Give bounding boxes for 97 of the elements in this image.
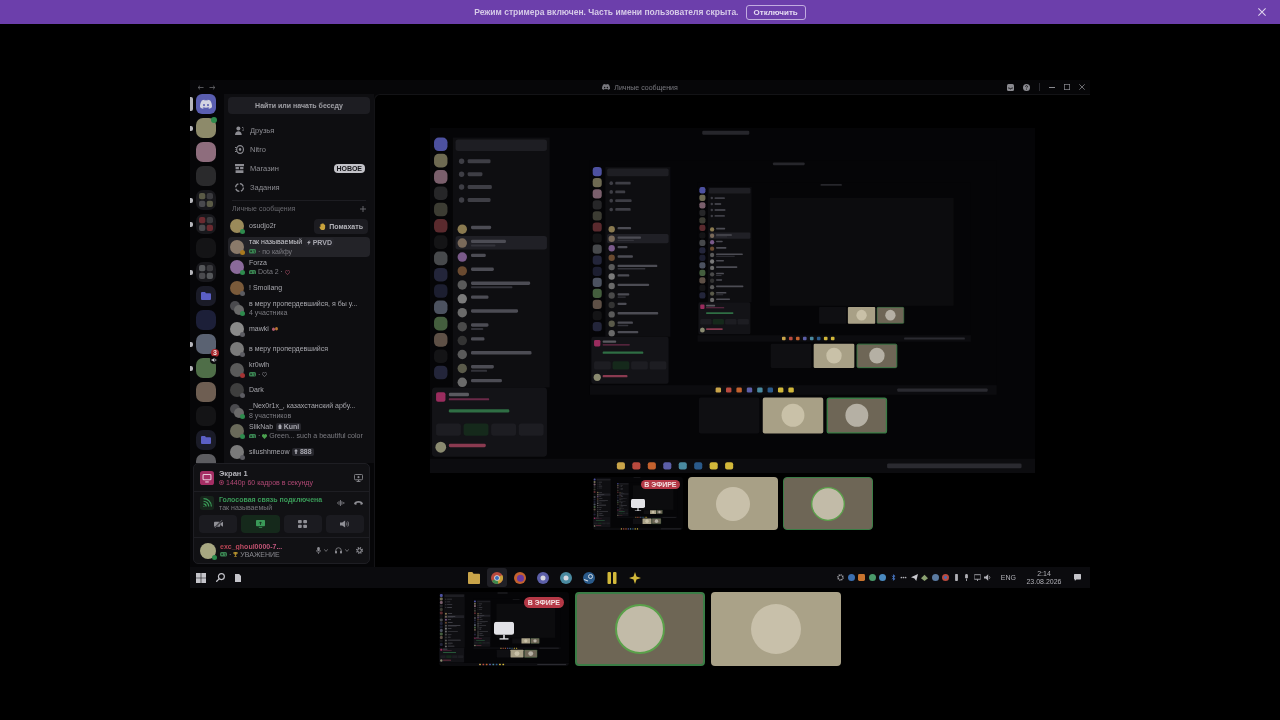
server-icon[interactable] xyxy=(196,142,216,162)
search-icon[interactable] xyxy=(216,573,225,582)
banner-message: Режим стримера включен. Часть имени пользователя скрыта. xyxy=(474,7,739,17)
avatar-placeholder xyxy=(200,542,216,559)
notification-icon[interactable] xyxy=(1074,574,1081,581)
speaker-icon xyxy=(340,520,350,528)
activities-button[interactable] xyxy=(283,515,322,533)
person-icon xyxy=(235,126,244,135)
avatar-placeholder xyxy=(230,280,244,295)
heart-outline-icon xyxy=(262,372,268,377)
participant-tile[interactable] xyxy=(575,592,705,666)
phone-icon[interactable] xyxy=(354,501,363,505)
server-icon[interactable] xyxy=(196,118,216,138)
monitor-icon[interactable] xyxy=(354,473,363,482)
avatar-placeholder xyxy=(715,486,750,521)
monitor-icon xyxy=(494,621,514,640)
close-icon[interactable] xyxy=(1079,84,1085,90)
gamepad-icon xyxy=(249,433,256,439)
avatar-placeholder xyxy=(810,486,845,521)
signal-icon xyxy=(200,496,214,510)
avatar-placeholder xyxy=(230,219,244,234)
swirl-icon xyxy=(235,145,244,154)
gamepad-icon xyxy=(249,372,256,377)
folder-icon[interactable] xyxy=(196,286,216,306)
settings-icon[interactable] xyxy=(356,547,363,554)
gamepad-icon xyxy=(249,249,256,254)
avatar-placeholder xyxy=(230,362,244,377)
home-logo-icon[interactable] xyxy=(196,94,216,114)
avatar-placeholder xyxy=(751,604,801,654)
lightning-icon xyxy=(307,239,312,245)
soundboard-button[interactable] xyxy=(325,515,364,533)
avatar-placeholder xyxy=(230,424,244,439)
waveform-icon[interactable] xyxy=(337,500,345,506)
screen-share-button[interactable] xyxy=(241,515,280,533)
speaker-icon[interactable] xyxy=(984,574,992,581)
group-avatar-placeholder xyxy=(230,403,244,418)
arrow-right-icon[interactable] xyxy=(209,84,216,90)
screen-share-icon xyxy=(200,470,214,485)
help-icon[interactable] xyxy=(1023,83,1030,91)
participant-tile[interactable] xyxy=(711,592,841,666)
bluetooth-icon[interactable] xyxy=(889,574,897,581)
avatar-placeholder xyxy=(230,239,244,254)
arrow-up-icon xyxy=(294,449,299,455)
gamepad-icon xyxy=(220,552,227,557)
minimize-icon[interactable] xyxy=(1049,86,1055,88)
ring-icon xyxy=(235,183,244,192)
arrow-left-icon[interactable] xyxy=(197,84,204,90)
trophy-icon xyxy=(233,552,239,557)
camera-off-icon xyxy=(213,520,223,528)
server-folder-icon[interactable] xyxy=(196,190,216,210)
server-folder-icon[interactable] xyxy=(196,262,216,282)
headphones-icon[interactable] xyxy=(335,547,342,554)
house-icon xyxy=(278,424,283,430)
disable-button[interactable]: Отключить xyxy=(745,4,806,20)
participant-tile[interactable] xyxy=(782,477,873,530)
browser-icon xyxy=(514,571,526,584)
heart-outline-icon xyxy=(284,269,290,275)
server-icon[interactable] xyxy=(196,358,216,378)
record-icon xyxy=(219,480,224,485)
folder-icon[interactable] xyxy=(196,430,216,450)
chevron-down-icon[interactable] xyxy=(345,549,349,552)
taskbar-button[interactable] xyxy=(487,568,507,587)
waving-hand-icon xyxy=(319,222,327,230)
app-icon xyxy=(583,571,595,584)
document-icon[interactable] xyxy=(235,573,241,582)
sparkle-icon xyxy=(629,571,641,584)
heart-icon xyxy=(262,433,268,439)
emoji-dots-icon xyxy=(271,326,278,331)
logo-icon xyxy=(602,84,611,90)
microphone-icon[interactable] xyxy=(316,547,321,554)
monitor-icon[interactable] xyxy=(973,574,981,581)
server-icon[interactable] xyxy=(196,382,216,402)
avatar-placeholder xyxy=(230,383,244,398)
maximize-icon[interactable] xyxy=(1064,84,1070,90)
avatar-placeholder xyxy=(230,444,244,459)
server-icon[interactable] xyxy=(196,334,216,354)
gear-icon[interactable] xyxy=(837,574,845,581)
camera-button[interactable] xyxy=(199,515,238,533)
monitor-arrow-icon xyxy=(255,520,265,528)
pause-bars-icon xyxy=(606,571,618,584)
avatar-placeholder xyxy=(615,604,665,654)
avatar-placeholder xyxy=(230,260,244,275)
avatar-placeholder xyxy=(230,321,244,336)
paper-plane-icon[interactable] xyxy=(910,574,918,581)
browser-icon[interactable] xyxy=(942,574,950,581)
participant-tile[interactable] xyxy=(687,477,778,530)
four-squares-icon xyxy=(298,520,308,528)
gamepad-icon xyxy=(249,269,256,275)
dots-icon[interactable] xyxy=(900,574,908,581)
browser-icon xyxy=(491,571,503,584)
storefront-icon xyxy=(235,164,244,173)
monitor-icon xyxy=(630,498,645,512)
inbox-icon[interactable] xyxy=(1007,83,1014,91)
chevron-down-icon[interactable] xyxy=(324,549,328,552)
start-icon[interactable] xyxy=(196,572,206,583)
folder-icon xyxy=(468,571,480,584)
avatar-placeholder xyxy=(230,342,244,357)
